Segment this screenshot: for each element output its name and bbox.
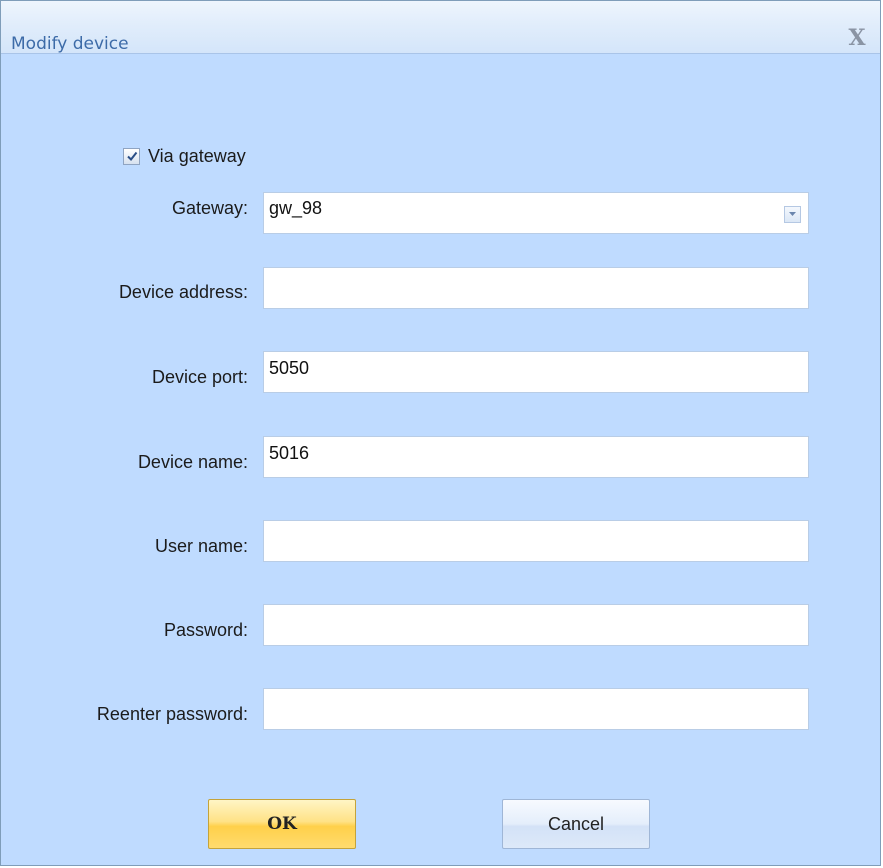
chevron-down-icon[interactable] [784,206,801,223]
reenter-password-field-box [263,688,809,730]
device-address-label: Device address: [118,282,248,302]
device-port-label: Device port: [151,367,248,387]
check-icon[interactable] [123,147,140,165]
password-field[interactable] [264,605,808,645]
device-name-field-box [263,436,809,478]
password-label: Password: [163,620,248,640]
user-name-field-box [263,520,809,562]
device-name-label: Device name: [137,452,248,472]
device-address-field-box [263,267,809,309]
gateway-select[interactable]: gw_98 [263,192,809,234]
device-port-field-box [263,351,809,393]
gateway-value: gw_98 [269,198,323,218]
title-bar: Modify device X [1,1,880,54]
gateway-label: Gateway: [171,198,248,218]
ok-button[interactable]: OK [208,799,356,849]
modify-device-dialog: Modify device X Via gateway Gateway: gw_… [0,0,881,866]
device-name-field[interactable] [264,437,808,477]
reenter-password-label: Reenter password: [96,704,248,724]
dialog-title: Modify device [11,34,129,54]
user-name-field[interactable] [264,521,808,561]
reenter-password-field[interactable] [264,689,808,729]
close-icon: X [848,25,866,51]
via-gateway-checkbox[interactable]: Via gateway [123,143,246,169]
device-address-field[interactable] [264,268,808,308]
close-button[interactable]: X [846,27,868,49]
via-gateway-label: Via gateway [148,145,246,166]
password-field-box [263,604,809,646]
device-port-field[interactable] [264,352,808,392]
user-name-label: User name: [154,536,248,556]
cancel-button[interactable]: Cancel [502,799,650,849]
